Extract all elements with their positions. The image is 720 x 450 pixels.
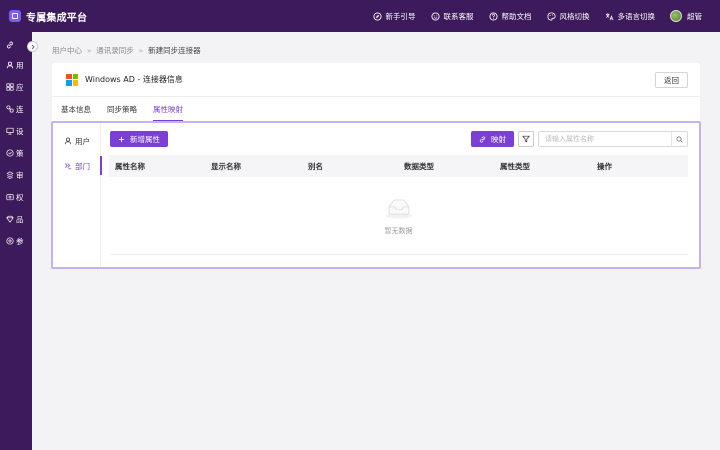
user-name: 超管 — [687, 11, 702, 21]
sidebar-item-brand[interactable]: 品 — [5, 212, 29, 226]
audit-icon — [5, 171, 14, 180]
nav-item-department-label: 部门 — [75, 161, 90, 171]
sidebar-item-devices[interactable]: 设 — [5, 124, 29, 138]
active-nav-indicator — [100, 156, 102, 175]
org-icon — [64, 162, 72, 170]
nav-item-user-label: 用户 — [75, 136, 90, 146]
platform-title: 专属集成平台 — [26, 12, 88, 24]
filter-icon — [522, 135, 530, 143]
logo-square-red — [66, 73, 72, 79]
search-input[interactable] — [539, 132, 671, 146]
add-attribute-label: 新增属性 — [130, 134, 160, 144]
windows-logo-icon — [66, 73, 78, 86]
logo-square-blue — [66, 80, 72, 86]
chevron-double-right-icon: » — [138, 46, 144, 55]
link-icon — [479, 136, 486, 143]
device-icon — [5, 127, 14, 136]
brand[interactable]: 专属集成平台 — [0, 9, 200, 24]
guide-label: 新手引导 — [385, 11, 416, 21]
add-attribute-button[interactable]: 新增属性 — [110, 131, 168, 147]
sidebar-item-connectors[interactable]: 连 — [5, 102, 29, 116]
back-button[interactable]: 返回 — [655, 72, 688, 88]
logo-square-yellow — [72, 80, 78, 86]
column-data-type: 数据类型 — [404, 161, 434, 171]
search-icon[interactable] — [671, 132, 687, 146]
card-title: Windows AD - 连接器信息 — [85, 75, 183, 84]
help-docs-label: 帮助文档 — [501, 11, 532, 21]
support-icon — [430, 11, 440, 21]
sidebar-collapse-button[interactable] — [27, 41, 38, 52]
sidebar-item-settings[interactable]: 参 — [5, 234, 29, 248]
breadcrumb-user-center[interactable]: 用户中心 — [52, 45, 82, 56]
nav-item-department[interactable]: 部门 — [64, 159, 90, 173]
theme-switch-button[interactable]: 风格切换 — [546, 11, 590, 22]
tab-sync-policy[interactable]: 同步策略 — [107, 97, 137, 121]
sidebar-item-users[interactable]: 用 — [5, 58, 29, 72]
table-header: 属性名称 显示名称 别名 数据类型 属性类型 操作 — [109, 155, 688, 177]
language-switch-button[interactable]: 多语言切换 — [605, 11, 656, 22]
empty-inbox-icon — [386, 199, 412, 219]
language-icon — [605, 12, 614, 21]
chevron-double-right-icon: » — [87, 46, 92, 55]
object-type-nav: 用户 部门 — [53, 123, 102, 267]
theme-switch-label: 风格切换 — [559, 11, 590, 21]
tab-attribute-mapping[interactable]: 属性映射 — [153, 97, 183, 121]
breadcrumb: 用户中心 » 通讯录同步 » 新建同步连接器 — [52, 45, 201, 56]
filter-button[interactable] — [518, 131, 534, 147]
permission-icon — [5, 193, 14, 202]
plus-icon — [118, 136, 125, 143]
attribute-search — [538, 131, 688, 147]
column-attribute-type: 属性类型 — [500, 161, 530, 171]
connect-icon — [5, 105, 14, 114]
user-icon — [64, 137, 72, 145]
tab-basic-info[interactable]: 基本信息 — [61, 97, 91, 121]
connector-card: Windows AD - 连接器信息 返回 基本信息 同步策略 属性映射 用户 … — [51, 63, 701, 269]
top-header: 专属集成平台 新手引导 联系客服 帮助文档 风格切换 多语言切换 超管 — [0, 0, 720, 32]
breadcrumb-current: 新建同步连接器 — [148, 46, 201, 55]
logo-square-green — [72, 73, 78, 79]
sidebar: 用 应 连 设 策 审 权 品 参 — [0, 32, 38, 450]
header-actions: 新手引导 联系客服 帮助文档 风格切换 多语言切换 超管 — [358, 0, 702, 32]
settings-icon — [5, 237, 14, 246]
column-alias: 别名 — [308, 161, 323, 171]
help-docs-button[interactable]: 帮助文档 — [488, 11, 532, 22]
platform-logo-icon — [9, 10, 21, 22]
map-label: 映射 — [491, 134, 506, 144]
sidebar-item-policies[interactable]: 策 — [5, 146, 29, 160]
language-switch-label: 多语言切换 — [617, 11, 656, 21]
map-button[interactable]: 映射 — [471, 131, 514, 147]
avatar — [670, 10, 682, 22]
sidebar-item-apps[interactable]: 应 — [5, 80, 29, 94]
policy-icon — [5, 149, 14, 158]
tab-bar: 基本信息 同步策略 属性映射 — [52, 97, 700, 121]
brand-icon — [5, 215, 14, 224]
column-display-name: 显示名称 — [211, 161, 241, 171]
sidebar-item-permissions[interactable]: 权 — [5, 190, 29, 204]
empty-text: 暂无数据 — [384, 227, 413, 235]
user-menu[interactable]: 超管 — [670, 10, 702, 22]
link-icon — [5, 41, 14, 50]
compass-icon — [372, 11, 382, 21]
nav-item-user[interactable]: 用户 — [64, 134, 90, 148]
attribute-mapping-panel: 用户 部门 新增属性 映射 请输入属性名称 属性名称 显示名称 别名 数据类型 … — [51, 121, 701, 269]
support-label: 联系客服 — [443, 11, 474, 21]
guide-button[interactable]: 新手引导 — [372, 11, 416, 22]
sidebar-item-links[interactable] — [5, 38, 29, 52]
user-icon — [5, 61, 14, 70]
sidebar-item-audit[interactable]: 审 — [5, 168, 29, 182]
apps-icon — [5, 83, 14, 92]
support-button[interactable]: 联系客服 — [430, 11, 474, 22]
empty-state: 暂无数据 — [109, 177, 688, 255]
column-actions: 操作 — [597, 161, 612, 171]
help-icon — [488, 11, 498, 21]
column-attribute-name: 属性名称 — [115, 161, 145, 171]
card-header: Windows AD - 连接器信息 返回 — [52, 63, 700, 97]
breadcrumb-directory-sync[interactable]: 通讯录同步 — [96, 45, 134, 56]
palette-icon — [546, 11, 556, 21]
chevron-right-icon — [31, 44, 35, 49]
